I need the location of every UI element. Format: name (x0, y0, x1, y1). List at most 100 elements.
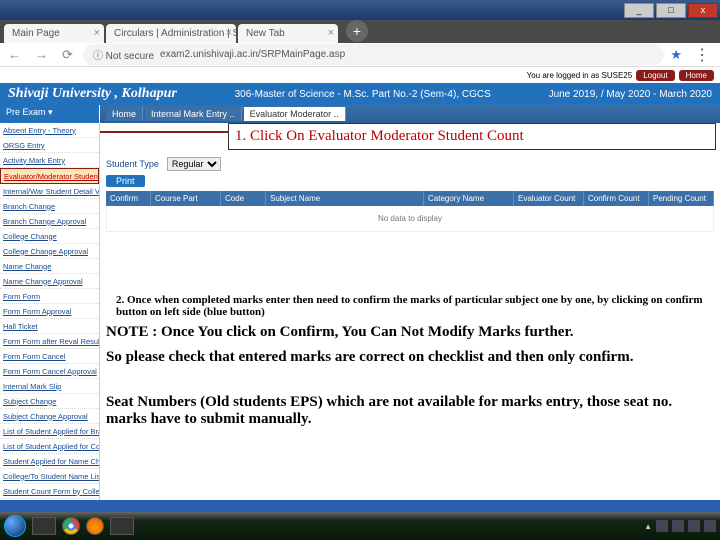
sidebar-item[interactable]: Form Form Approval (0, 304, 99, 319)
tray-icon[interactable] (704, 520, 716, 532)
forward-icon[interactable]: → (31, 47, 52, 62)
section-label: Pre Exam (6, 107, 46, 117)
section-header: Pre Exam ▾ (0, 105, 100, 123)
insecure-badge: ⓘ Not secure (93, 47, 154, 62)
main-row: Absent Entry - Theory ORSG Entry Activit… (0, 123, 720, 512)
os-taskbar: ▲ (0, 512, 720, 540)
action-row: Print (106, 173, 714, 189)
print-button[interactable]: Print (106, 175, 145, 187)
minimize-button[interactable]: _ (624, 3, 654, 18)
student-type-label: Student Type (106, 159, 159, 169)
browser-tab[interactable]: Main Page × (4, 24, 104, 43)
url-field[interactable]: ⓘ Not secure exam2.unishivaji.ac.in/SRPM… (83, 44, 664, 65)
sidebar-item[interactable]: Internal Mark Slip (0, 379, 99, 394)
university-bar: Shivaji University , Kolhapur 306-Master… (0, 83, 720, 105)
close-button[interactable]: x (688, 3, 718, 18)
sidebar-item[interactable]: Subject Change (0, 394, 99, 409)
tab-label: Circulars | Administration | Shivaji (114, 28, 236, 39)
col-code: Code (221, 191, 266, 206)
content-area: 1. Click On Evaluator Moderator Student … (100, 123, 720, 512)
new-tab-button[interactable]: + (346, 20, 368, 42)
tab-label: Main Page (12, 28, 60, 39)
logout-button[interactable]: Logout (636, 70, 674, 81)
close-icon[interactable]: × (226, 27, 232, 39)
student-type-select[interactable]: Regular (167, 157, 221, 171)
sidebar-item[interactable]: Name Change (0, 259, 99, 274)
callout-connector (100, 131, 228, 133)
sidebar-item[interactable]: List of Student Applied for College C (0, 439, 99, 454)
maximize-button[interactable]: □ (656, 3, 686, 18)
col-course-part: Course Part (151, 191, 221, 206)
sidebar-item[interactable]: Form Form after Reval Result (0, 334, 99, 349)
sidebar-item[interactable]: College Change (0, 229, 99, 244)
address-bar: ← → ⟳ ⓘ Not secure exam2.unishivaji.ac.i… (0, 43, 720, 67)
col-subject-name: Subject Name (266, 191, 424, 206)
chevron-down-icon: .. (230, 109, 235, 119)
bookmark-icon[interactable]: ★ (670, 47, 682, 63)
footer-bar (0, 500, 720, 512)
browser-tabstrip: Main Page × Circulars | Administration | … (0, 20, 720, 43)
sidebar-item[interactable]: College Change Approval (0, 244, 99, 259)
explorer-icon[interactable] (32, 517, 56, 535)
sidebar-item-evaluator-moderator-student-count[interactable]: Evaluator/Moderator Student Count (0, 168, 99, 184)
user-bar: You are logged in as SUSE25 Logout Home (0, 67, 720, 83)
menu-icon[interactable]: ⋮ (688, 45, 716, 65)
home-button[interactable]: Home (679, 70, 714, 81)
os-titlebar: _ □ x (0, 0, 720, 20)
sidebar-item[interactable]: Internal/War Student Detail View (0, 184, 99, 199)
sidebar-item[interactable]: ORSG Entry (0, 138, 99, 153)
sidebar-item[interactable]: Hall Ticket (0, 319, 99, 334)
filter-row: Student Type Regular (106, 155, 714, 173)
sidebar-item[interactable]: Form Form Cancel (0, 349, 99, 364)
grid-header: Confirm Course Part Code Subject Name Ca… (106, 191, 714, 206)
tray-icon[interactable] (672, 520, 684, 532)
crumb-label: Evaluator Moderator (250, 109, 332, 119)
crumb-internal-mark[interactable]: Internal Mark Entry .. (145, 107, 242, 121)
back-icon[interactable]: ← (4, 47, 25, 62)
sidebar-item[interactable]: Activity Mark Entry (0, 153, 99, 168)
sidebar-item[interactable]: College/To Student Name List (0, 469, 99, 484)
chevron-down-icon: .. (334, 109, 339, 119)
chrome-icon[interactable] (62, 517, 80, 535)
sidebar-item[interactable]: Student Count Form by College an (0, 484, 99, 499)
sidebar-item[interactable]: Subject Change Approval (0, 409, 99, 424)
sidebar-item[interactable]: Student Applied for Name Change (0, 454, 99, 469)
tray-up-icon[interactable]: ▲ (644, 522, 652, 531)
course-label: 306-Master of Science - M.Sc. Part No.-2… (235, 89, 491, 100)
tray-icon[interactable] (656, 520, 668, 532)
sidebar-item[interactable]: Absent Entry - Theory (0, 123, 99, 138)
chevron-down-icon[interactable]: ▾ (48, 107, 53, 117)
sidebar-item[interactable]: Form Form Cancel Approval (0, 364, 99, 379)
crumb-home[interactable]: Home (106, 107, 143, 121)
sidebar-item[interactable]: Branch Change Approval (0, 214, 99, 229)
tab-label: New Tab (246, 28, 285, 39)
crumb-label: Internal Mark Entry (151, 109, 227, 119)
sidebar-item[interactable]: Branch Change (0, 199, 99, 214)
close-icon[interactable]: × (328, 27, 334, 39)
crumb-evaluator-moderator[interactable]: Evaluator Moderator .. (244, 107, 346, 121)
col-confirm: Confirm (106, 191, 151, 206)
start-button[interactable] (4, 515, 26, 537)
menu-bar: Pre Exam ▾ Home Internal Mark Entry .. E… (0, 105, 720, 123)
session-label: June 2019, / May 2020 - March 2020 (549, 89, 712, 100)
col-pending-count: Pending Count (649, 191, 714, 206)
sidebar-item[interactable]: Name Change Approval (0, 274, 99, 289)
browser-tab[interactable]: Circulars | Administration | Shivaji× (106, 24, 236, 43)
col-category-name: Category Name (424, 191, 514, 206)
logged-in-text: You are logged in as SUSE25 (527, 71, 633, 80)
sidebar: Absent Entry - Theory ORSG Entry Activit… (0, 123, 100, 512)
close-icon[interactable]: × (94, 27, 100, 39)
system-tray: ▲ (644, 520, 716, 532)
university-name: Shivaji University , Kolhapur (8, 86, 177, 102)
instruction-callout-1: 1. Click On Evaluator Moderator Student … (228, 123, 716, 150)
tray-icon[interactable] (688, 520, 700, 532)
note-check: So please check that entered marks are c… (106, 345, 714, 370)
col-evaluator-count: Evaluator Count (514, 191, 584, 206)
firefox-icon[interactable] (86, 517, 104, 535)
reload-icon[interactable]: ⟳ (58, 47, 77, 63)
app-icon[interactable] (110, 517, 134, 535)
browser-tab[interactable]: New Tab × (238, 24, 338, 43)
sidebar-item[interactable]: Form Form (0, 289, 99, 304)
sidebar-item[interactable]: List of Student Applied for Branch C (0, 424, 99, 439)
note-warning: NOTE : Once You click on Confirm, You Ca… (106, 320, 714, 345)
